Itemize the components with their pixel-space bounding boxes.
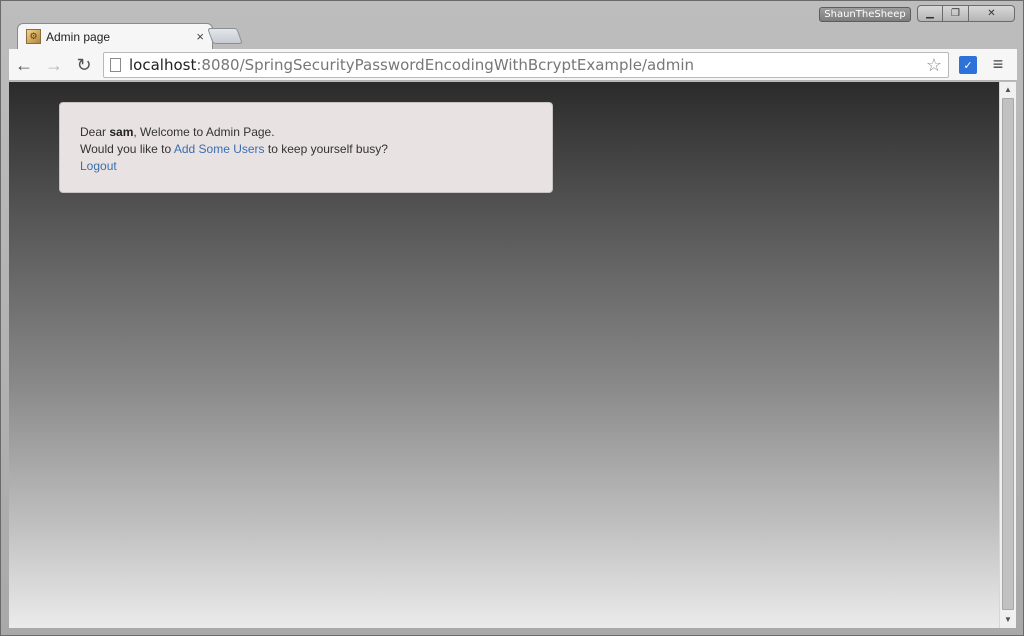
reload-button[interactable]: ↻ bbox=[73, 54, 95, 76]
tab-title: Admin page bbox=[46, 30, 196, 44]
close-window-button[interactable]: ✕ bbox=[969, 5, 1015, 22]
restore-button[interactable]: ❐ bbox=[943, 5, 969, 22]
add-users-link[interactable]: Add Some Users bbox=[174, 142, 265, 156]
logout-line: Logout bbox=[80, 158, 532, 175]
prompt-line: Would you like to Add Some Users to keep… bbox=[80, 141, 532, 158]
minimize-button[interactable]: ▁ bbox=[917, 5, 943, 22]
new-tab-button[interactable] bbox=[207, 28, 243, 44]
prompt-suffix: to keep yourself busy? bbox=[265, 142, 388, 156]
url-host: localhost bbox=[129, 56, 196, 74]
url-path: :8080/SpringSecurityPasswordEncodingWith… bbox=[196, 56, 694, 74]
logout-link[interactable]: Logout bbox=[80, 159, 117, 173]
bookmark-star-icon[interactable]: ☆ bbox=[926, 55, 942, 76]
forward-button[interactable]: → bbox=[43, 54, 65, 76]
browser-menu-icon[interactable]: ≡ bbox=[989, 54, 1007, 74]
reload-icon: ↻ bbox=[76, 55, 91, 76]
scroll-up-icon[interactable]: ▲ bbox=[1000, 82, 1016, 98]
greeting-line: Dear sam, Welcome to Admin Page. bbox=[80, 124, 532, 141]
tab-admin-page[interactable]: ⚙ Admin page × bbox=[17, 23, 213, 49]
user-name: sam bbox=[109, 125, 133, 139]
greeting-prefix: Dear bbox=[80, 125, 109, 139]
favicon-icon: ⚙ bbox=[26, 29, 41, 44]
profile-badge[interactable]: ShaunTheSheep bbox=[819, 7, 911, 22]
tab-close-icon[interactable]: × bbox=[196, 29, 204, 44]
vertical-scrollbar[interactable]: ▲ ▼ bbox=[999, 82, 1016, 628]
scroll-thumb[interactable] bbox=[1002, 98, 1014, 610]
window-controls: ▁ ❐ ✕ bbox=[917, 5, 1015, 23]
prompt-prefix: Would you like to bbox=[80, 142, 174, 156]
browser-toolbar: ← → ↻ localhost:8080/SpringSecurityPassw… bbox=[9, 49, 1017, 81]
extension-icon[interactable]: ✓ bbox=[959, 56, 977, 74]
address-bar[interactable]: localhost:8080/SpringSecurityPasswordEnc… bbox=[103, 52, 949, 78]
greeting-suffix: , Welcome to Admin Page. bbox=[133, 125, 274, 139]
scroll-down-icon[interactable]: ▼ bbox=[1000, 612, 1016, 628]
admin-welcome-panel: Dear sam, Welcome to Admin Page. Would y… bbox=[59, 102, 553, 193]
back-button[interactable]: ← bbox=[13, 54, 35, 76]
page-viewport: Dear sam, Welcome to Admin Page. Would y… bbox=[9, 82, 999, 628]
forward-arrow-icon: → bbox=[45, 55, 63, 76]
back-arrow-icon: ← bbox=[15, 55, 33, 76]
browser-window: ShaunTheSheep ▁ ❐ ✕ ⚙ Admin page × ← → ↻… bbox=[0, 0, 1024, 636]
page-icon bbox=[110, 58, 121, 72]
